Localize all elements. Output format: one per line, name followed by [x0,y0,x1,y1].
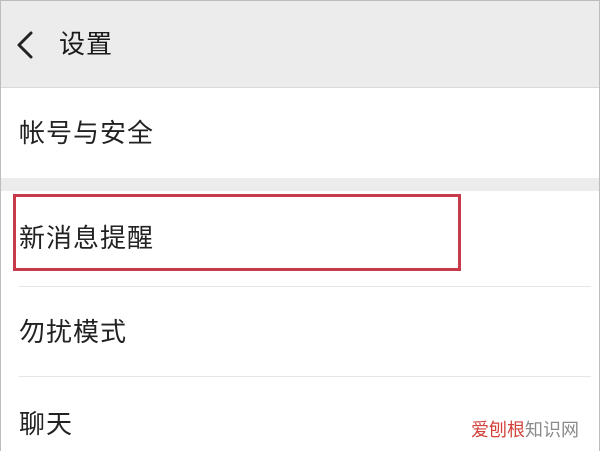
section-divider [1,178,599,191]
watermark: 爱刨根知识网 [471,420,579,442]
settings-item-label: 勿扰模式 [19,318,128,348]
settings-item-label: 聊天 [19,410,74,440]
watermark-accent-text: 爱刨根 [471,420,525,441]
watermark-text: 知识网 [525,420,579,441]
settings-item-do-not-disturb[interactable]: 勿扰模式 [1,287,599,376]
settings-item-label: 帐号与安全 [19,119,155,149]
highlight-box [13,194,461,271]
page-title: 设置 [59,30,114,60]
back-button[interactable] [11,25,45,65]
title-bar: 设置 [1,1,599,88]
chevron-left-icon [17,31,33,59]
settings-item-account-security[interactable]: 帐号与安全 [1,88,599,178]
